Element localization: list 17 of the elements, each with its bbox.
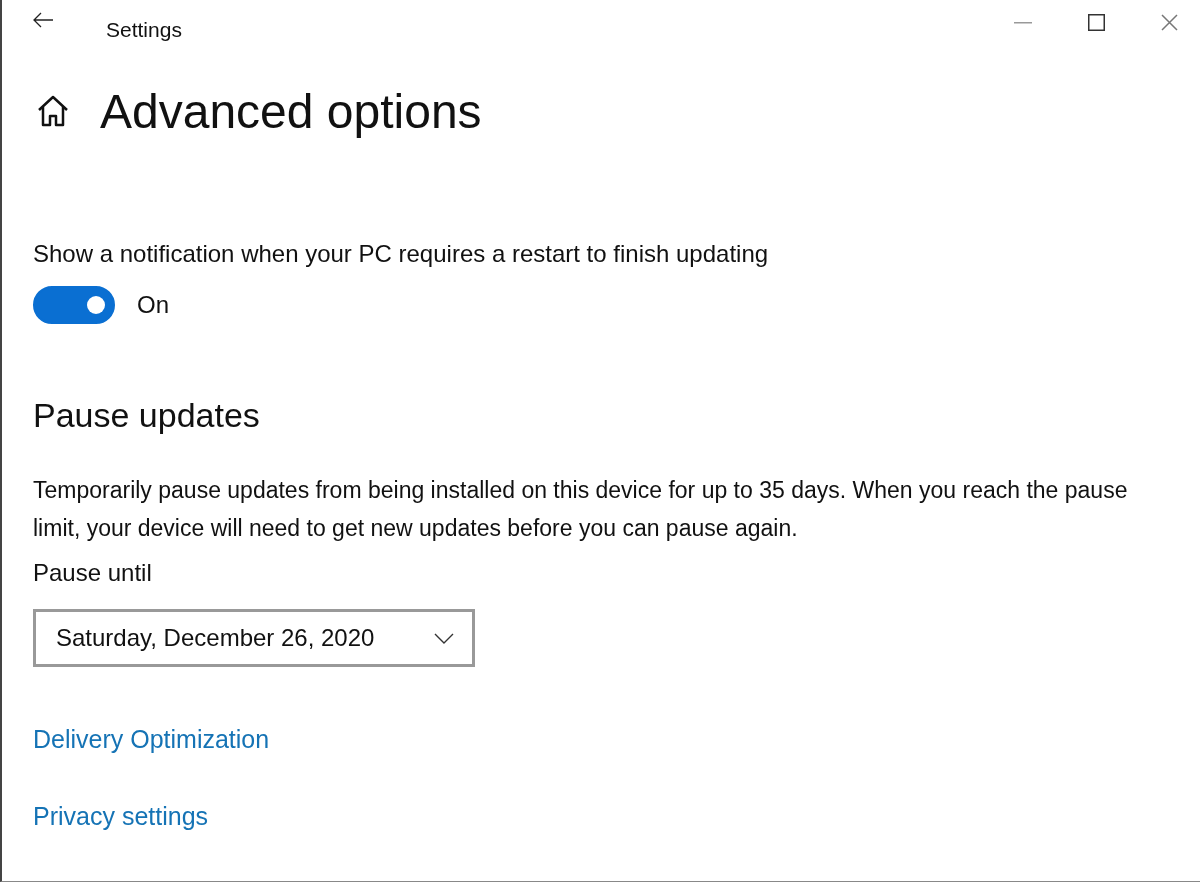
toggle-state: On — [137, 291, 169, 319]
date-dropdown[interactable]: Saturday, December 26, 2020 — [33, 609, 475, 667]
description-text: Temporarily pause updates from being installed on this device for up to 35 days. When you reach the pause limit, your device will need to get new updates before you can pause again. — [33, 476, 1129, 543]
section-heading: Pause updates — [33, 396, 261, 435]
maximize-icon[interactable] — [1088, 14, 1105, 31]
home-icon[interactable] — [36, 95, 70, 127]
page-title: Advanced options — [100, 83, 482, 139]
toggle-switch[interactable] — [33, 286, 115, 324]
link[interactable]: Privacy settings — [33, 802, 209, 831]
chevron-down-icon — [434, 632, 454, 644]
link[interactable]: Delivery Optimization — [33, 725, 270, 754]
setting-label: Show a notification when your PC requires a restart to finish updating — [33, 240, 770, 268]
back-arrow-icon[interactable] — [32, 12, 54, 28]
minimize-icon[interactable] — [1014, 21, 1032, 24]
window-title: Settings — [106, 18, 182, 42]
close-icon[interactable] — [1161, 14, 1178, 31]
field-label: Pause until — [33, 559, 153, 587]
